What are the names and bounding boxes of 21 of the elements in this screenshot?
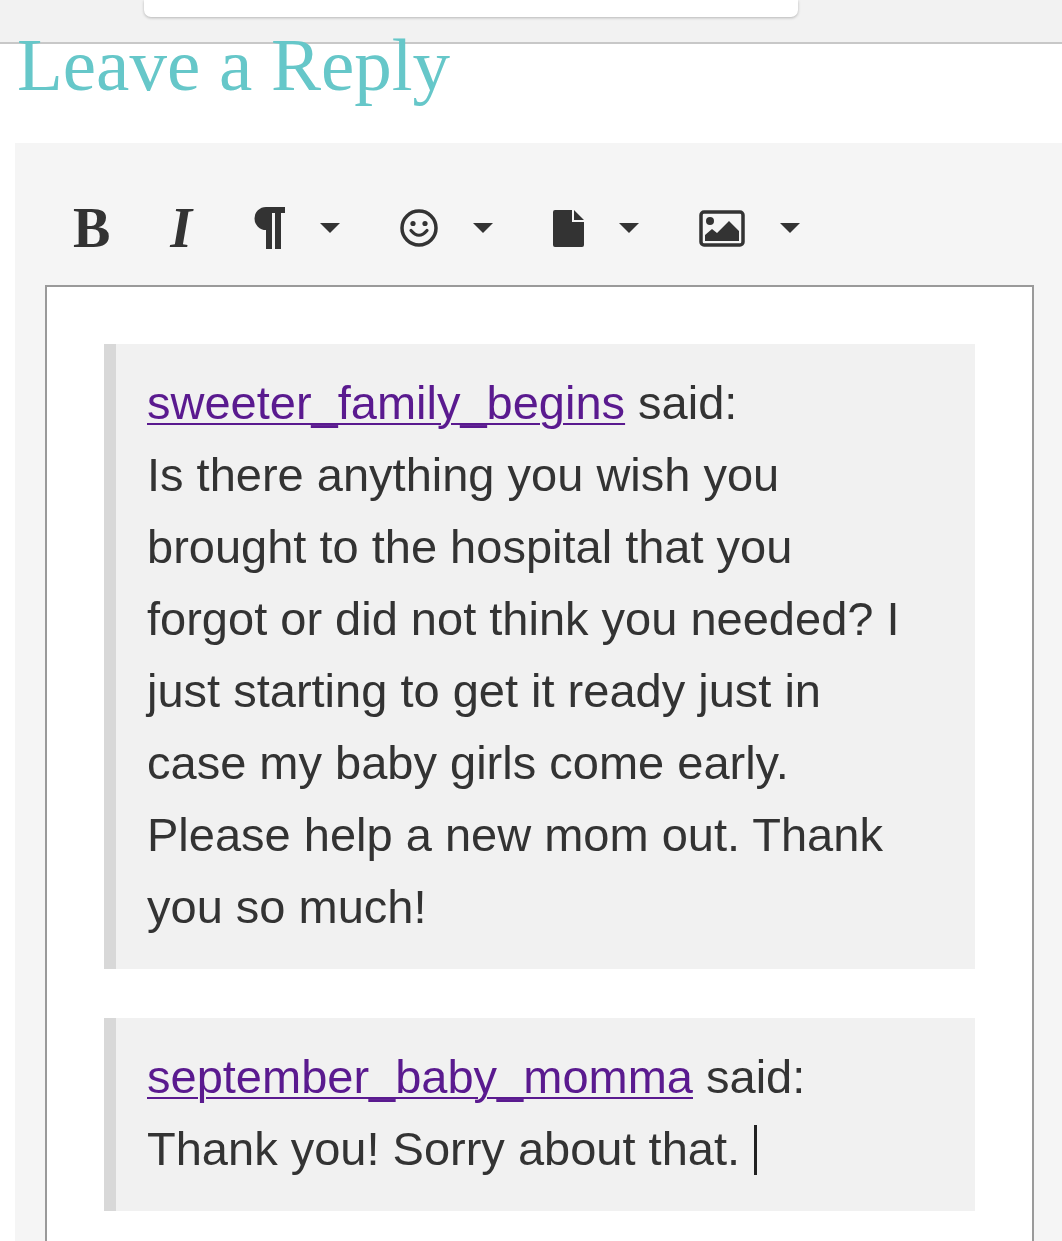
document-icon [553, 209, 585, 247]
editor-field[interactable] [45, 285, 1034, 1241]
image-button[interactable] [699, 209, 801, 247]
said-label: said: [706, 1049, 806, 1105]
quote-text: Thank you! Sorry about that. [147, 1122, 741, 1175]
paragraph-format-button[interactable] [252, 207, 341, 249]
smiley-icon [400, 209, 439, 247]
caret-icon [780, 223, 801, 233]
emoji-button[interactable] [400, 209, 494, 247]
caret-icon [320, 223, 341, 233]
italic-button[interactable]: I [170, 206, 193, 250]
author-link[interactable]: sweeter_family_begins [147, 367, 626, 439]
bold-button[interactable]: B [73, 206, 111, 250]
file-button[interactable] [553, 209, 640, 247]
author-link[interactable]: september_baby_momma [147, 1041, 693, 1113]
pilcrow-icon [252, 207, 286, 249]
image-icon [699, 209, 746, 247]
caret-icon [473, 223, 494, 233]
caret-icon [619, 223, 640, 233]
said-label: said: [638, 375, 738, 431]
quote-text: Is there anything you wish you brought to the hospital that you forgot or did not think you needed? I just starting to get it ready just in case my baby girls come early. Please help a new mom out. Thank you so much! [147, 448, 900, 933]
